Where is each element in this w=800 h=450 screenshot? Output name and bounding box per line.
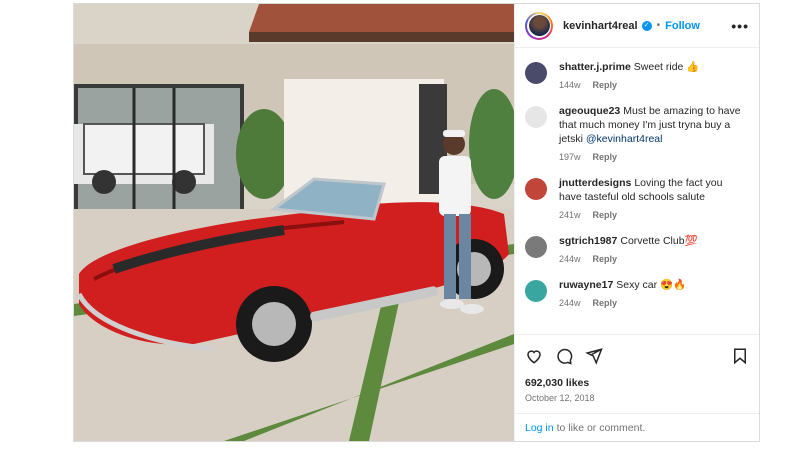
- reply-button[interactable]: Reply: [593, 152, 618, 162]
- verified-badge-icon: ✓: [641, 20, 652, 31]
- login-text: to like or comment.: [556, 421, 646, 434]
- comment-item: shatter.j.prime Sweet ride 👍 144w Reply: [525, 60, 749, 96]
- comment-item: ageouque23 Must be amazing to have that m…: [525, 104, 749, 168]
- comment-time[interactable]: 244w: [559, 254, 581, 264]
- comment-text: Sweet ride 👍: [633, 61, 700, 73]
- commenter-username[interactable]: ruwayne17: [559, 279, 613, 291]
- post-header: kevinhart4real ✓ • Follow •••: [515, 4, 759, 48]
- comment-item: jnutterdesigns Loving the fact you have t…: [525, 176, 749, 226]
- photo-car-scene: [74, 4, 514, 441]
- comment-mention[interactable]: @kevinhart4real: [586, 133, 663, 145]
- commenter-avatar[interactable]: [525, 236, 547, 258]
- instagram-post: kevinhart4real ✓ • Follow ••• shatter.j.…: [73, 3, 760, 442]
- heart-icon[interactable]: [525, 347, 543, 365]
- more-options-icon[interactable]: •••: [731, 18, 749, 34]
- share-icon[interactable]: [585, 347, 603, 365]
- author-avatar[interactable]: [525, 11, 553, 40]
- commenter-avatar[interactable]: [525, 62, 547, 84]
- post-sidebar: kevinhart4real ✓ • Follow ••• shatter.j.…: [514, 4, 759, 441]
- reply-button[interactable]: Reply: [593, 80, 618, 90]
- follow-button[interactable]: Follow: [665, 20, 700, 32]
- commenter-username[interactable]: jnutterdesigns: [559, 177, 631, 189]
- login-link[interactable]: Log in: [525, 422, 554, 434]
- post-photo[interactable]: [74, 4, 514, 441]
- post-actions: 692,030 likes October 12, 2018: [515, 334, 759, 403]
- comment-text: Corvette Club💯: [620, 235, 698, 247]
- comment-time[interactable]: 241w: [559, 210, 581, 220]
- login-prompt: Log in to like or comment.: [515, 413, 759, 441]
- comment-item: ruwayne17 Sexy car 😍🔥 244w Reply: [525, 278, 749, 314]
- commenter-avatar[interactable]: [525, 178, 547, 200]
- comments-list[interactable]: shatter.j.prime Sweet ride 👍 144w Reply ag…: [515, 48, 759, 334]
- comment-text: Sexy car 😍🔥: [616, 279, 687, 291]
- post-date: October 12, 2018: [525, 393, 595, 403]
- comment-time[interactable]: 244w: [559, 298, 581, 308]
- author-username[interactable]: kevinhart4real: [563, 20, 638, 32]
- commenter-avatar[interactable]: [525, 280, 547, 302]
- comment-icon[interactable]: [555, 347, 573, 365]
- comment-time[interactable]: 144w: [559, 80, 581, 90]
- reply-button[interactable]: Reply: [593, 210, 618, 220]
- reply-button[interactable]: Reply: [593, 298, 618, 308]
- commenter-username[interactable]: ageouque23: [559, 105, 620, 117]
- commenter-username[interactable]: shatter.j.prime: [559, 61, 631, 73]
- likes-count[interactable]: 692,030 likes: [525, 377, 749, 389]
- separator-dot: •: [656, 20, 661, 31]
- commenter-username[interactable]: sgtrich1987: [559, 235, 617, 247]
- comment-item: sgtrich1987 Corvette Club💯 244w Reply: [525, 234, 749, 270]
- bookmark-icon[interactable]: [731, 347, 749, 365]
- commenter-avatar[interactable]: [525, 106, 547, 128]
- reply-button[interactable]: Reply: [593, 254, 618, 264]
- comment-time[interactable]: 197w: [559, 152, 581, 162]
